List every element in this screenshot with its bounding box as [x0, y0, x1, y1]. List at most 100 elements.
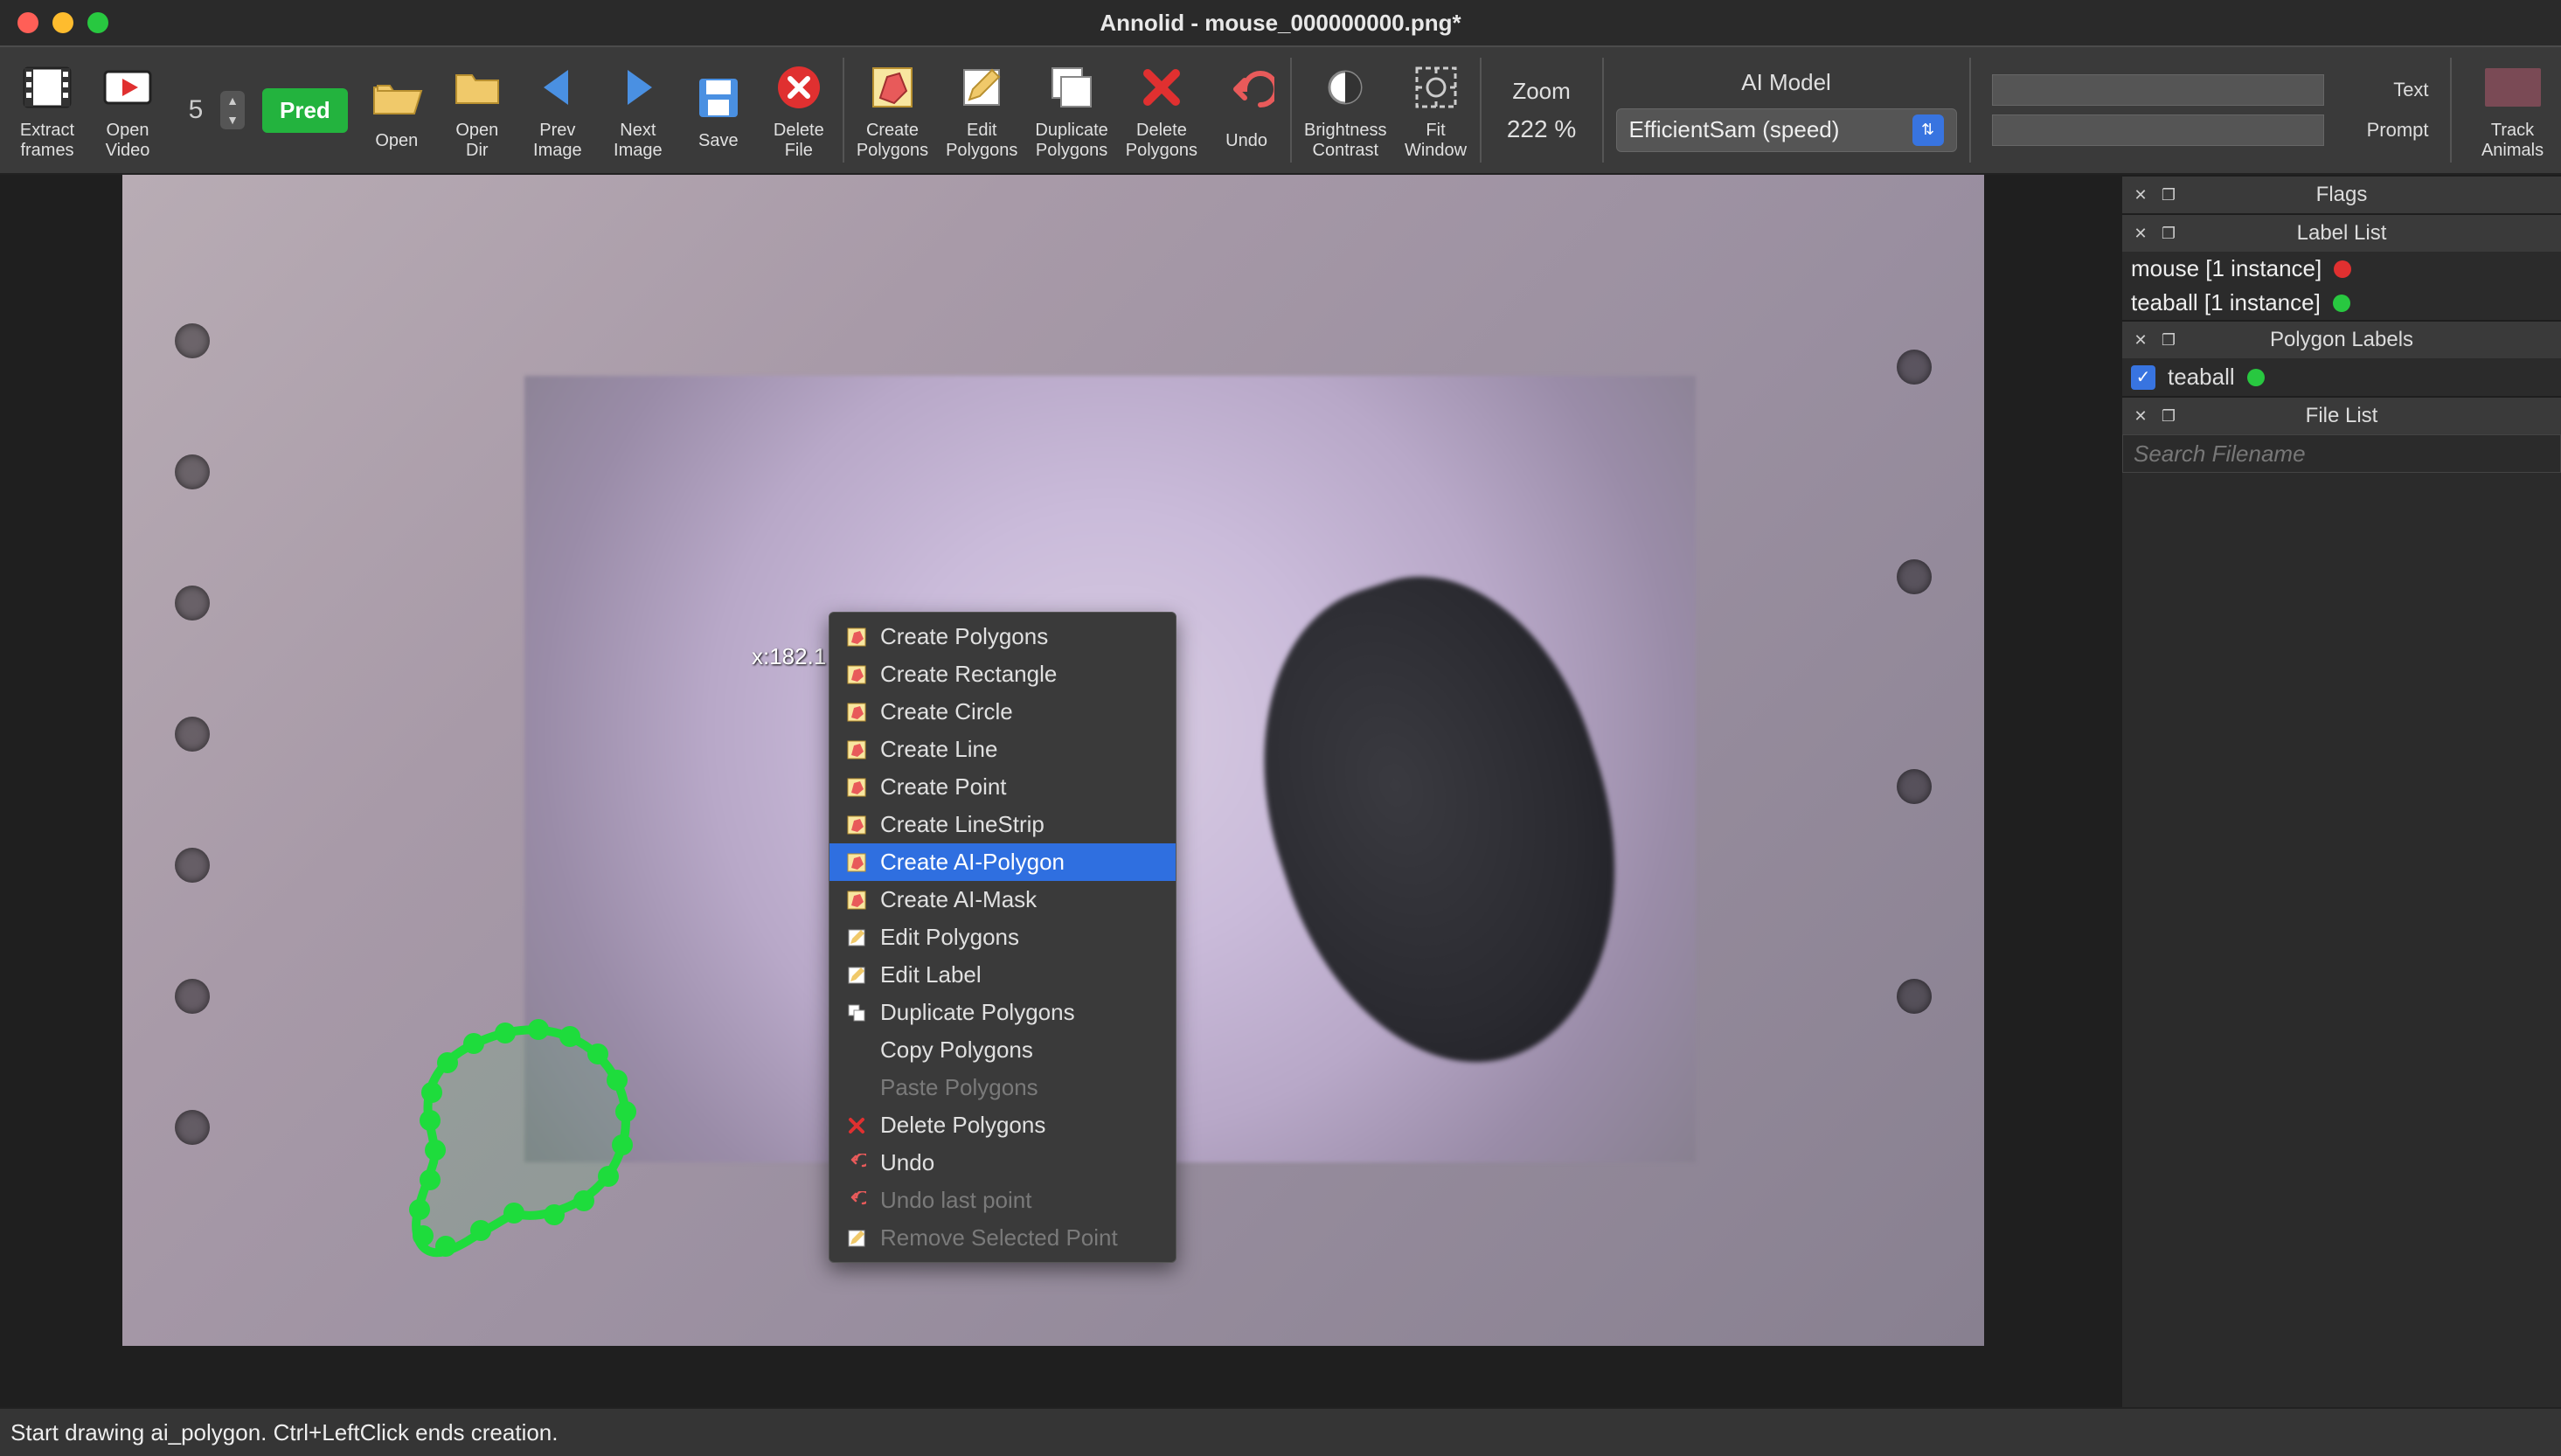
- context-menu-item[interactable]: Create Circle: [829, 693, 1176, 731]
- context-menu-item[interactable]: Create Polygons: [829, 618, 1176, 655]
- maximize-window-button[interactable]: [87, 12, 108, 33]
- label-list-panel-header[interactable]: ✕ ❐ Label List: [2122, 215, 2561, 252]
- color-dot-icon: [2247, 369, 2265, 386]
- context-menu-item[interactable]: Create Rectangle: [829, 655, 1176, 693]
- frame-stepper-value: 5: [177, 95, 215, 125]
- close-window-button[interactable]: [17, 12, 38, 33]
- file-list-search-input[interactable]: [2123, 435, 2560, 472]
- context-menu-item-label: Create Line: [880, 736, 997, 763]
- polygon-icon: [845, 776, 868, 799]
- context-menu-item-label: Create LineStrip: [880, 811, 1045, 838]
- canvas-area[interactable]: x:182.1 Create PolygonsCreate RectangleC…: [0, 175, 2122, 1407]
- polygon-icon: [845, 738, 868, 761]
- polygon-labels-body[interactable]: ✓ teaball: [2122, 358, 2561, 396]
- save-label: Save: [698, 131, 739, 151]
- context-menu-item[interactable]: Edit Label: [829, 956, 1176, 994]
- polygon-icon: [845, 663, 868, 686]
- polygon-icon: [845, 626, 868, 648]
- polygon-label-text: teaball: [2168, 364, 2235, 391]
- open-dir-button[interactable]: Open Dir: [437, 54, 517, 166]
- ai-model-select[interactable]: EfficientSam (speed) ⇅: [1616, 108, 1957, 152]
- delete-x-icon: [1134, 59, 1190, 115]
- prev-image-button[interactable]: Prev Image: [517, 54, 598, 166]
- pred-button[interactable]: Pred: [262, 88, 348, 133]
- context-menu-item: Paste Polygons: [829, 1069, 1176, 1106]
- undo-icon: [845, 1189, 868, 1212]
- flags-panel-header[interactable]: ✕ ❐ Flags: [2122, 177, 2561, 213]
- duplicate-icon: [845, 1002, 868, 1024]
- context-menu-item[interactable]: Delete Polygons: [829, 1106, 1176, 1144]
- context-menu-item[interactable]: Duplicate Polygons: [829, 994, 1176, 1031]
- save-button[interactable]: Save: [678, 65, 759, 156]
- checkbox[interactable]: ✓: [2131, 365, 2155, 390]
- right-panels: ✕ ❐ Flags ✕ ❐ Label List mouse [1 instan…: [2122, 175, 2561, 1407]
- close-icon[interactable]: ✕: [2129, 184, 2152, 206]
- context-menu-item-label: Create Circle: [880, 698, 1013, 725]
- context-menu-item-label: Create Rectangle: [880, 661, 1057, 688]
- open-video-button[interactable]: Open Video: [87, 54, 168, 166]
- detach-icon[interactable]: ❐: [2157, 405, 2180, 427]
- context-menu-item[interactable]: Create AI-Mask: [829, 881, 1176, 919]
- context-menu-item-label: Edit Polygons: [880, 924, 1019, 951]
- titlebar: Annolid - mouse_000000000.png*: [0, 0, 2561, 45]
- zoom-block: Zoom 222 %: [1485, 47, 1599, 173]
- next-image-button[interactable]: Next Image: [598, 54, 678, 166]
- extract-frames-button[interactable]: Extract frames: [7, 54, 87, 166]
- prompt-input[interactable]: [1992, 114, 2324, 146]
- close-icon[interactable]: ✕: [2129, 405, 2152, 427]
- context-menu-item-label: Create Polygons: [880, 623, 1048, 650]
- context-menu-item[interactable]: Create Line: [829, 731, 1176, 768]
- delete-file-button[interactable]: Delete File: [759, 54, 839, 166]
- label-list-item[interactable]: mouse [1 instance]: [2122, 252, 2561, 286]
- stepper-arrows-icon[interactable]: ▲▼: [220, 91, 245, 129]
- detach-icon[interactable]: ❐: [2157, 222, 2180, 245]
- film-icon: [19, 59, 75, 115]
- polygon-labels-panel-title: Polygon Labels: [2270, 328, 2413, 352]
- close-icon[interactable]: ✕: [2129, 329, 2152, 351]
- create-polygons-label: Create Polygons: [857, 121, 928, 161]
- file-list-panel: ✕ ❐ File List: [2122, 396, 2561, 1407]
- text-input[interactable]: [1992, 74, 2324, 106]
- zoom-value[interactable]: 222 %: [1507, 115, 1576, 143]
- track-animals-button[interactable]: Track Animals: [2473, 54, 2553, 166]
- polygon-labels-panel: ✕ ❐ Polygon Labels ✓ teaball: [2122, 320, 2561, 396]
- delete-polygons-button[interactable]: Delete Polygons: [1117, 54, 1206, 166]
- undo-button[interactable]: Undo: [1206, 65, 1287, 156]
- undo-icon: [845, 1152, 868, 1175]
- create-polygons-button[interactable]: Create Polygons: [848, 54, 937, 166]
- context-menu-item[interactable]: Create AI-Polygon: [829, 843, 1176, 881]
- brightness-contrast-button[interactable]: Brightness Contrast: [1295, 54, 1396, 166]
- zoom-title: Zoom: [1512, 78, 1570, 105]
- context-menu-item[interactable]: Create Point: [829, 768, 1176, 806]
- duplicate-polygons-button[interactable]: Duplicate Polygons: [1026, 54, 1116, 166]
- polygon-icon: [845, 889, 868, 912]
- file-list-panel-header[interactable]: ✕ ❐ File List: [2122, 398, 2561, 434]
- duplicate-polygons-label: Duplicate Polygons: [1035, 121, 1107, 161]
- context-menu-item[interactable]: Copy Polygons: [829, 1031, 1176, 1069]
- track-animals-label: Track Animals: [2481, 121, 2544, 161]
- polygon-labels-panel-header[interactable]: ✕ ❐ Polygon Labels: [2122, 322, 2561, 358]
- extract-frames-label: Extract frames: [20, 121, 74, 161]
- label-list-item[interactable]: teaball [1 instance]: [2122, 286, 2561, 320]
- polygon-label-item[interactable]: ✓ teaball: [2122, 358, 2561, 396]
- detach-icon[interactable]: ❐: [2157, 329, 2180, 351]
- edit-polygons-label: Edit Polygons: [946, 121, 1017, 161]
- minimize-window-button[interactable]: [52, 12, 73, 33]
- fit-window-button[interactable]: Fit Window: [1396, 54, 1476, 166]
- close-icon[interactable]: ✕: [2129, 222, 2152, 245]
- main-area: x:182.1 Create PolygonsCreate RectangleC…: [0, 175, 2561, 1407]
- statusbar: Start drawing ai_polygon. Ctrl+LeftClick…: [0, 1407, 2561, 1456]
- context-menu-item[interactable]: Undo: [829, 1144, 1176, 1182]
- delete-circle-icon: [771, 59, 827, 115]
- fit-window-label: Fit Window: [1405, 121, 1467, 161]
- open-button[interactable]: Open: [357, 65, 437, 156]
- detach-icon[interactable]: ❐: [2157, 184, 2180, 206]
- context-menu-item[interactable]: Create LineStrip: [829, 806, 1176, 843]
- context-menu-item[interactable]: Edit Polygons: [829, 919, 1176, 956]
- context-menu-item-label: Create Point: [880, 773, 1007, 801]
- ai-model-selected: EfficientSam (speed): [1629, 116, 1840, 143]
- edit-polygons-button[interactable]: Edit Polygons: [937, 54, 1026, 166]
- label-list-body[interactable]: mouse [1 instance]teaball [1 instance]: [2122, 252, 2561, 320]
- frame-stepper[interactable]: 5 ▲▼: [168, 86, 253, 135]
- file-list-body[interactable]: [2122, 473, 2561, 1407]
